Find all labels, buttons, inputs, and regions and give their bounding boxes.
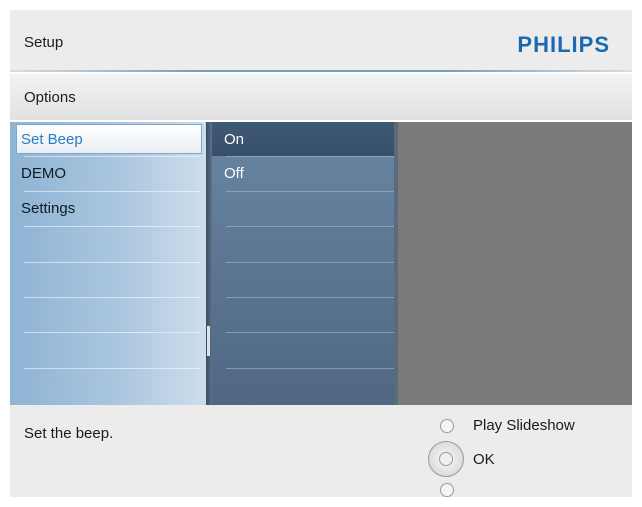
row-divider bbox=[24, 332, 200, 333]
scrollbar-thumb[interactable] bbox=[207, 326, 210, 356]
submenu-item-off[interactable]: Off bbox=[212, 158, 394, 192]
menu-item-label: DEMO bbox=[21, 165, 66, 182]
philips-logo: PHILIPS bbox=[517, 32, 610, 57]
row-divider bbox=[24, 191, 200, 192]
row-divider bbox=[24, 156, 200, 157]
row-divider bbox=[226, 368, 394, 369]
row-divider bbox=[226, 191, 394, 192]
options-label: Options bbox=[24, 89, 76, 106]
menu-list: Set Beep DEMO Settings bbox=[10, 122, 206, 405]
nav-ok-icon[interactable] bbox=[428, 441, 464, 477]
row-divider bbox=[226, 156, 394, 157]
row-divider bbox=[226, 226, 394, 227]
menu-item-label: Settings bbox=[21, 200, 76, 217]
ok-label: OK bbox=[473, 451, 495, 468]
submenu-item-on[interactable]: On bbox=[212, 122, 394, 156]
preview-panel bbox=[398, 122, 632, 405]
menu-item-settings[interactable]: Settings bbox=[10, 193, 206, 227]
row-divider bbox=[24, 368, 200, 369]
row-divider bbox=[24, 226, 200, 227]
help-text: Set the beep. bbox=[24, 425, 114, 442]
nav-up-icon[interactable] bbox=[440, 419, 454, 433]
footer-bar: Set the beep. Play Slideshow OK bbox=[10, 405, 632, 497]
row-divider bbox=[24, 262, 200, 263]
menu-item-label: Set Beep bbox=[21, 131, 83, 148]
header-bar: Setup PHILIPS bbox=[10, 10, 632, 70]
row-divider bbox=[24, 297, 200, 298]
options-bar: Options bbox=[10, 74, 632, 120]
row-divider bbox=[226, 297, 394, 298]
ok-button-center-icon bbox=[439, 452, 453, 466]
setup-screen: Setup PHILIPS Options Set Beep DEMO Sett… bbox=[0, 0, 642, 507]
submenu-item-label: Off bbox=[224, 165, 244, 182]
menu-item-set-beep[interactable]: Set Beep bbox=[16, 124, 202, 154]
submenu-list: On Off bbox=[212, 122, 394, 405]
menu-item-demo[interactable]: DEMO bbox=[10, 158, 206, 192]
screen-title: Setup bbox=[24, 34, 64, 51]
submenu-item-label: On bbox=[224, 131, 245, 148]
nav-down-icon[interactable] bbox=[440, 483, 454, 497]
header-divider bbox=[10, 70, 632, 72]
row-divider bbox=[226, 332, 394, 333]
play-slideshow-label: Play Slideshow bbox=[473, 417, 575, 434]
row-divider bbox=[226, 262, 394, 263]
